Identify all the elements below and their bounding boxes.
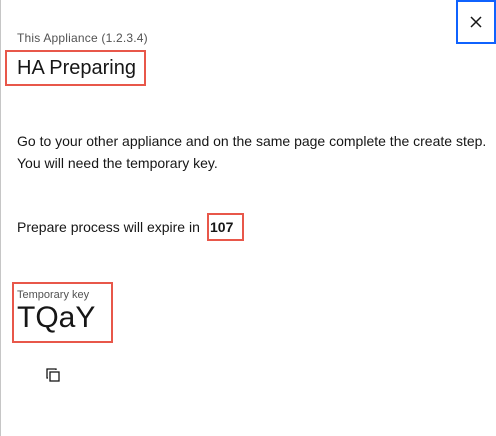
panel-left-border: [0, 0, 1, 436]
expire-text: Prepare process will expire in: [17, 219, 200, 235]
expire-countdown: 107: [207, 213, 244, 241]
appliance-subtitle: This Appliance (1.2.3.4): [17, 31, 148, 45]
ha-preparing-panel: This Appliance (1.2.3.4) HA Preparing Go…: [0, 0, 496, 436]
instructions-text: Go to your other appliance and on the sa…: [17, 133, 487, 171]
page-title: HA Preparing: [17, 57, 136, 79]
copy-icon: [46, 368, 60, 382]
temporary-key-label: Temporary key: [17, 289, 90, 301]
close-icon: [470, 16, 482, 28]
copy-key-button[interactable]: [44, 366, 62, 384]
temporary-key-value: TQaY: [17, 301, 96, 334]
close-button[interactable]: [456, 0, 496, 44]
